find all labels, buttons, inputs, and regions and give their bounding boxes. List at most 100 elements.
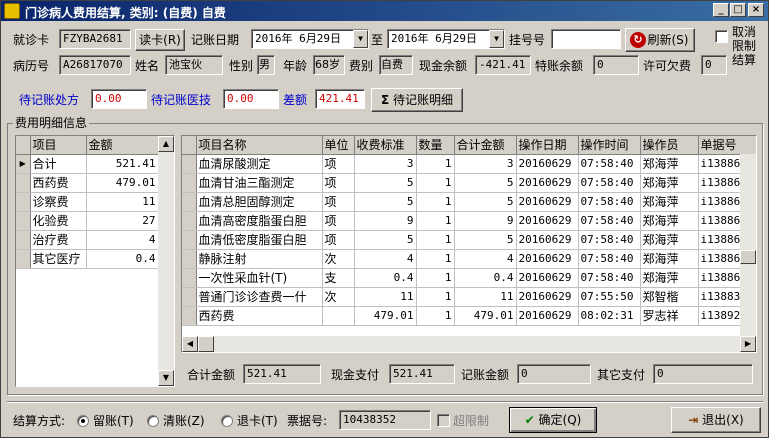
date-to-picker[interactable]: 2016年 6月29日 ▼	[387, 29, 505, 49]
table-row[interactable]: ▶ 合计 521.41	[16, 154, 159, 174]
settle-method-label: 结算方式:	[13, 414, 66, 428]
table-cell: 合计	[30, 154, 87, 174]
radio-clear-label[interactable]: 清账(Z)	[163, 413, 205, 429]
pending-detail-button[interactable]: Σ 待记账明细	[371, 88, 463, 112]
table-row[interactable]: 血清甘油三酯测定项 5 1 5 20160629 07:58:40 郑海萍 i13886	[182, 173, 756, 193]
radio-refund-label[interactable]: 退卡(T)	[237, 413, 278, 429]
detail-hscrollbar[interactable]: ◀ ▶	[182, 336, 756, 352]
refresh-button[interactable]: ↻ 刷新(S)	[625, 28, 695, 52]
chevron-down-icon[interactable]: ▼	[489, 30, 504, 48]
checkmark-icon: ✔	[524, 413, 535, 427]
scroll-left-icon[interactable]: ◀	[182, 336, 198, 352]
chevron-down-icon[interactable]: ▼	[353, 30, 368, 48]
special-balance-field: 0	[593, 55, 639, 75]
radio-stay-account[interactable]	[77, 415, 89, 427]
detail-vscrollbar[interactable]	[740, 154, 756, 336]
table-cell: 07:55:50	[578, 287, 641, 307]
table-row[interactable]: 一次性采血针(T) 支 0.4 1 0.4 20160629 07:58:40 郑海萍 i138…	[182, 268, 756, 288]
table-cell: 5	[454, 173, 517, 193]
table-cell: 郑海萍	[640, 211, 699, 231]
table-cell: 郑海萍	[640, 249, 699, 269]
table-row[interactable]: 血清高密度脂蛋白胆项 9 1 9 20160629 07:58:40 郑海萍 i13886	[182, 211, 756, 231]
table-row[interactable]: 血清尿酸测定项 3 1 3 20160629 07:58:40 郑海萍 i13886	[182, 154, 756, 174]
table-row[interactable]: 普通门诊诊查费一什次 11 1 11 20160629 07:55:50 郑智楷 i13883	[182, 287, 756, 307]
close-button[interactable]: ×	[748, 3, 764, 17]
allowed-debt-label: 许可欠费	[643, 59, 692, 73]
table-cell: 479.01	[86, 173, 159, 193]
table-cell: 普通门诊诊查费一什	[196, 287, 323, 307]
age-field: 68岁	[313, 55, 345, 75]
table-cell: 1	[416, 211, 455, 231]
table-cell: 项	[322, 211, 355, 231]
age-label: 年龄	[283, 59, 308, 73]
ticket-no-field[interactable]: 10438352	[339, 410, 431, 430]
table-row[interactable]: 诊察费 11	[16, 192, 159, 212]
table-cell: 郑海萍	[640, 173, 699, 193]
detail-col-total[interactable]: 合计金额	[454, 136, 517, 155]
table-row[interactable]: 西药费 479.01	[16, 173, 159, 193]
scroll-thumb[interactable]	[740, 250, 756, 264]
detail-col-date[interactable]: 操作日期	[516, 136, 579, 155]
fee-type-label: 费别	[349, 59, 374, 73]
detail-col-operator[interactable]: 操作员	[640, 136, 699, 155]
radio-clear-account[interactable]	[147, 415, 159, 427]
scroll-down-icon[interactable]: ▼	[158, 370, 174, 386]
gender-label: 性别	[229, 59, 254, 73]
main-window: 门诊病人费用结算, 类别: (自费) 自费 _ □ × 就诊卡 FZYBA268…	[0, 0, 769, 438]
summary-grid[interactable]: 项目 金额 ▶ 合计 521.41 西药费 479.01 诊察费 11 化验费	[15, 135, 175, 387]
radio-refund-card[interactable]	[221, 415, 233, 427]
table-cell: 5	[354, 230, 417, 250]
table-cell: 27	[86, 211, 159, 231]
scroll-up-icon[interactable]: ▲	[158, 136, 174, 152]
cancel-limit-checkbox[interactable]	[715, 30, 728, 43]
table-cell: 5	[354, 173, 417, 193]
table-cell: 诊察费	[30, 192, 87, 212]
table-cell: 20160629	[516, 249, 579, 269]
table-cell: 07:58:40	[578, 154, 641, 174]
table-cell: 9	[454, 211, 517, 231]
maximize-button[interactable]: □	[730, 3, 746, 17]
summary-col-item[interactable]: 项目	[30, 136, 87, 155]
detail-col-name[interactable]: 项目名称	[196, 136, 323, 155]
detail-col-qty[interactable]: 数量	[416, 136, 455, 155]
registration-input[interactable]	[551, 29, 621, 49]
scroll-right-icon[interactable]: ▶	[740, 336, 756, 352]
table-row[interactable]: 静脉注射次 4 1 4 20160629 07:58:40 郑海萍 i13886	[182, 249, 756, 269]
table-row[interactable]: 血清低密度脂蛋白胆项 5 1 5 20160629 07:58:40 郑海萍 i13886	[182, 230, 756, 250]
table-row[interactable]: 其它医疗 0.4	[16, 249, 159, 269]
table-row[interactable]: 血清总胆固醇测定项 5 1 5 20160629 07:58:40 郑海萍 i13886	[182, 192, 756, 212]
table-cell: 1	[416, 249, 455, 269]
date-from-value: 2016年 6月29日	[255, 32, 341, 45]
detail-col-time[interactable]: 操作时间	[578, 136, 641, 155]
table-cell: 20160629	[516, 268, 579, 288]
summary-col-amount[interactable]: 金额	[86, 136, 159, 155]
detail-col-ticket[interactable]: 单据号	[698, 136, 756, 155]
record-no-label: 病历号	[13, 59, 50, 73]
radio-stay-label[interactable]: 留账(T)	[93, 413, 134, 429]
table-row[interactable]: 化验费 27	[16, 211, 159, 231]
exit-button[interactable]: ⇥ 退出(X)	[671, 407, 761, 433]
confirm-button[interactable]: ✔ 确定(Q)	[509, 407, 597, 433]
table-cell: 4	[86, 230, 159, 250]
detail-grid[interactable]: 项目名称 单位 收费标准 数量 合计金额 操作日期 操作时间 操作员 单据号 血…	[181, 135, 757, 353]
summary-vscrollbar[interactable]: ▲ ▼	[158, 136, 174, 386]
table-cell: 20160629	[516, 287, 579, 307]
table-row[interactable]: 治疗费 4	[16, 230, 159, 250]
detail-col-price[interactable]: 收费标准	[354, 136, 417, 155]
table-row[interactable]: 西药费 479.01 1 479.01 20160629 08:02:31 罗志祥 i1389…	[182, 306, 756, 326]
visit-card-field[interactable]: FZYBA2681	[59, 29, 131, 49]
title-bar[interactable]: 门诊病人费用结算, 类别: (自费) 自费 _ □ ×	[1, 1, 768, 21]
table-cell: 次	[322, 249, 355, 269]
date-from-picker[interactable]: 2016年 6月29日 ▼	[251, 29, 369, 49]
special-balance-label: 特账余额	[535, 59, 584, 73]
table-cell: 静脉注射	[196, 249, 323, 269]
scroll-thumb[interactable]	[198, 336, 214, 352]
table-cell: 0.4	[86, 249, 159, 269]
minimize-button[interactable]: _	[713, 3, 729, 17]
over-limit-checkbox[interactable]	[437, 414, 450, 427]
record-no-field: A26817070	[59, 55, 131, 75]
detail-col-unit[interactable]: 单位	[322, 136, 355, 155]
read-card-button[interactable]: 读卡(R)	[135, 29, 185, 51]
total-amount-label: 合计金额	[187, 368, 236, 382]
cancel-limit-label: 取消限制结算	[732, 25, 757, 67]
